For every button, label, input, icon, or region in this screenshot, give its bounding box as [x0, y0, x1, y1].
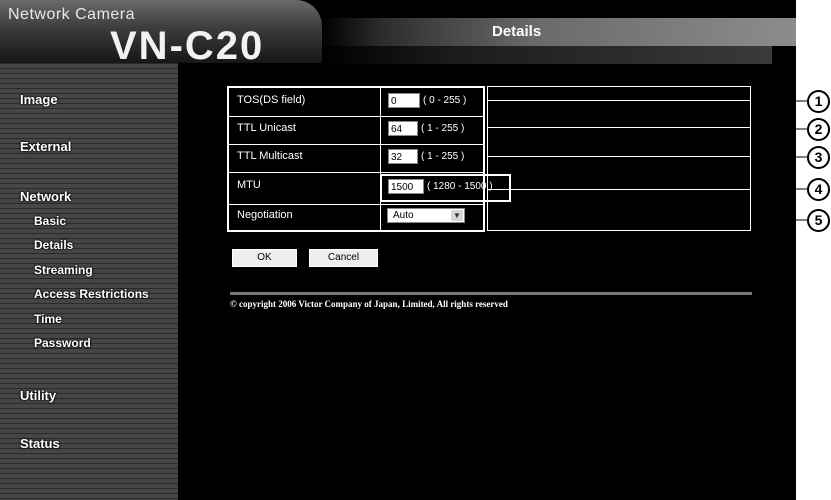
- callout-marker: 5: [807, 209, 830, 232]
- callout-marker: 2: [807, 118, 830, 141]
- callout-leaders: [751, 100, 807, 221]
- callout-marker: 3: [807, 146, 830, 169]
- callout-marker: 4: [807, 178, 830, 201]
- callout-marker: 1: [807, 90, 830, 113]
